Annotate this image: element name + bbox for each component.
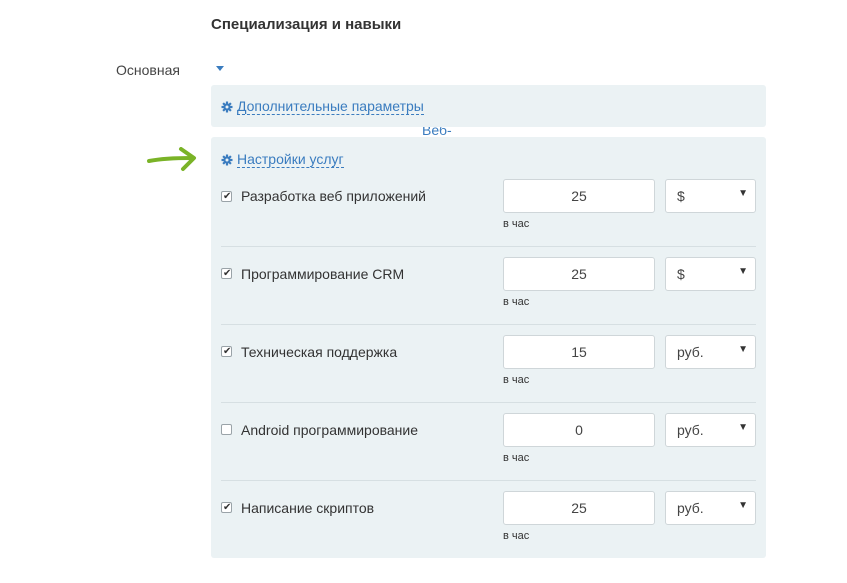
service-name: Разработка веб приложений bbox=[241, 188, 426, 204]
currency-value: $ bbox=[677, 188, 685, 204]
checkmark-icon: ✔ bbox=[223, 191, 232, 202]
checkmark-icon: ✔ bbox=[223, 346, 232, 357]
dropdown-triangle-icon: ▼ bbox=[738, 188, 748, 199]
dropdown-triangle-icon: ▼ bbox=[738, 500, 748, 511]
service-row: ✔ Программирование CRM $ ▼ в час bbox=[221, 246, 756, 325]
checkmark-icon: ✔ bbox=[223, 268, 232, 279]
currency-value: руб. bbox=[677, 500, 704, 516]
checkmark-icon: ✔ bbox=[223, 502, 232, 513]
per-hour-label: в час bbox=[503, 530, 530, 542]
gear-icon bbox=[221, 101, 233, 112]
section-title: Специализация и навыки bbox=[211, 16, 402, 33]
currency-value: руб. bbox=[677, 344, 704, 360]
service-name: Написание скриптов bbox=[241, 500, 375, 516]
service-name: Техническая поддержка bbox=[241, 344, 398, 360]
currency-value: руб. bbox=[677, 422, 704, 438]
per-hour-label: в час bbox=[503, 452, 530, 464]
service-price-input[interactable] bbox=[503, 257, 655, 291]
gear-icon bbox=[221, 154, 233, 165]
service-name: Android программирование bbox=[241, 422, 419, 438]
dropdown-triangle-icon: ▼ bbox=[738, 344, 748, 355]
service-price-input[interactable] bbox=[503, 179, 655, 213]
service-checkbox[interactable]: ✔ bbox=[221, 191, 232, 202]
per-hour-label: в час bbox=[503, 296, 530, 308]
service-price-input[interactable] bbox=[503, 413, 655, 447]
services-panel: Настройки услуг ✔ Разработка веб приложе… bbox=[211, 137, 766, 558]
service-row: Android программирование руб. ▼ в час bbox=[221, 402, 756, 481]
per-hour-label: в час bbox=[503, 374, 530, 386]
currency-select[interactable]: руб. ▼ bbox=[665, 335, 756, 369]
extra-params-link[interactable]: Дополнительные параметры bbox=[221, 98, 424, 115]
currency-select[interactable]: $ ▼ bbox=[665, 257, 756, 291]
service-checkbox[interactable]: ✔ bbox=[221, 346, 232, 357]
service-row: ✔ Написание скриптов руб. ▼ в час bbox=[221, 480, 756, 559]
services-settings-label[interactable]: Настройки услуг bbox=[237, 151, 344, 168]
service-checkbox[interactable] bbox=[221, 424, 232, 435]
extra-params-panel: Дополнительные параметры bbox=[211, 85, 766, 127]
service-name: Программирование CRM bbox=[241, 266, 405, 282]
per-hour-label: в час bbox=[503, 218, 530, 230]
main-specialization-label: Основная bbox=[116, 62, 180, 78]
green-arrow-icon bbox=[147, 147, 196, 171]
currency-value: $ bbox=[677, 266, 685, 282]
service-checkbox[interactable]: ✔ bbox=[221, 502, 232, 513]
service-checkbox[interactable]: ✔ bbox=[221, 268, 232, 279]
currency-select[interactable]: руб. ▼ bbox=[665, 413, 756, 447]
dropdown-triangle-icon: ▼ bbox=[738, 422, 748, 433]
dropdown-triangle-icon: ▼ bbox=[738, 266, 748, 277]
currency-select[interactable]: $ ▼ bbox=[665, 179, 756, 213]
caret-down-icon bbox=[216, 66, 224, 71]
specialization-dropdown[interactable]: Веб-программирование bbox=[211, 61, 547, 157]
service-row: ✔ Техническая поддержка руб. ▼ в час bbox=[221, 324, 756, 403]
extra-params-label[interactable]: Дополнительные параметры bbox=[237, 98, 424, 115]
currency-select[interactable]: руб. ▼ bbox=[665, 491, 756, 525]
services-settings-link[interactable]: Настройки услуг bbox=[221, 151, 344, 168]
service-price-input[interactable] bbox=[503, 335, 655, 369]
service-price-input[interactable] bbox=[503, 491, 655, 525]
